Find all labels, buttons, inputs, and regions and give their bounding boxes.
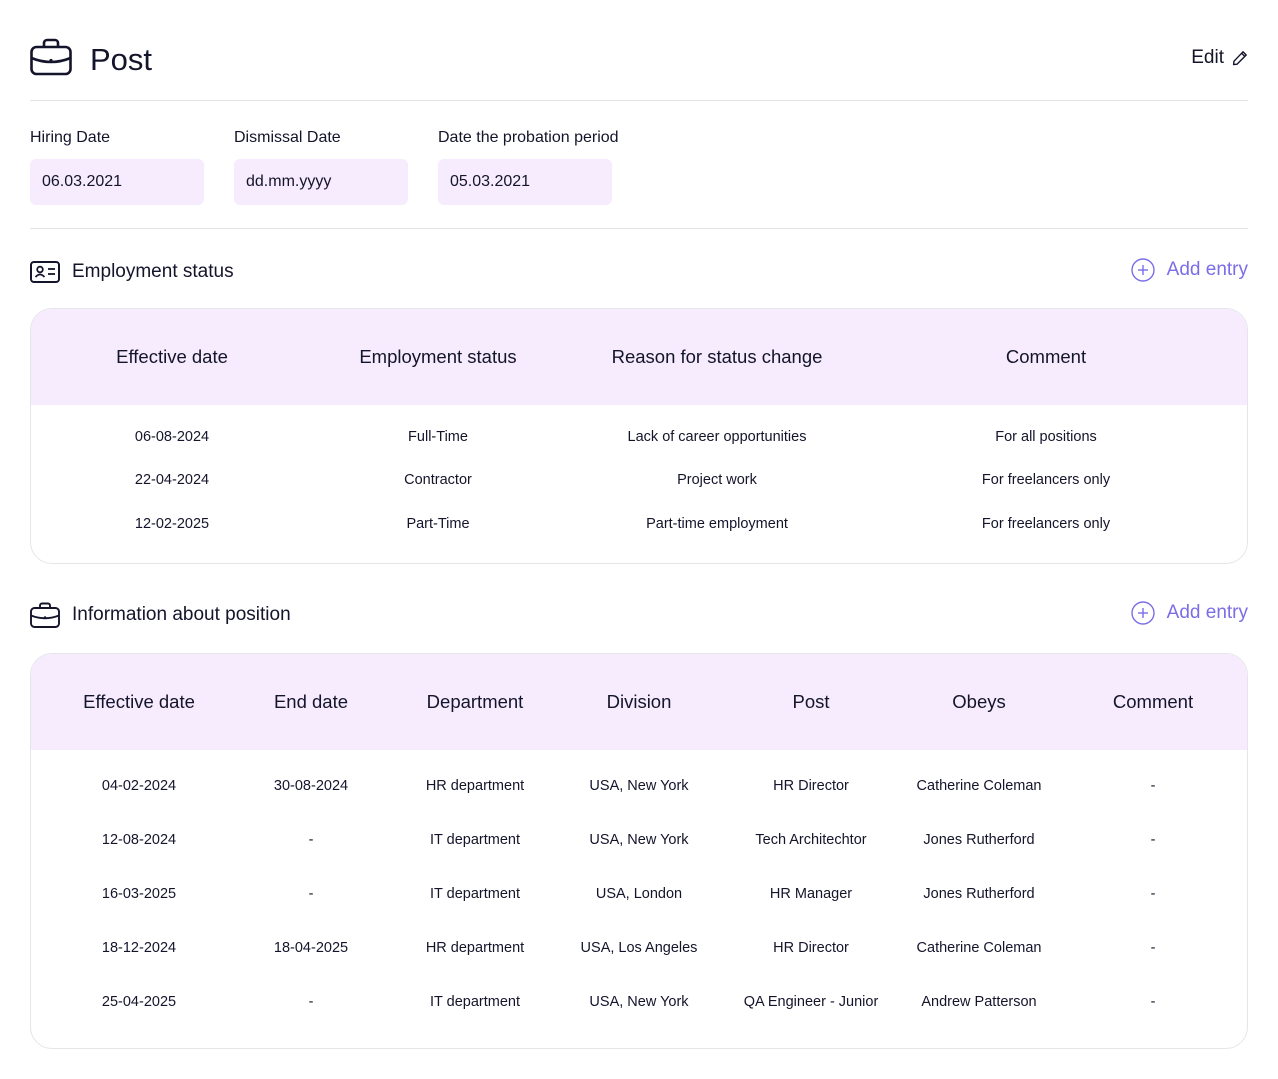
dates-divider (30, 228, 1248, 229)
table-cell: 16-03-2025 (101, 886, 177, 902)
table-cell: Andrew Patterson (921, 994, 1037, 1010)
table-cell: HR Manager (769, 886, 853, 902)
employment-add-entry-label: Add entry (1166, 259, 1248, 280)
briefcase-icon (30, 38, 72, 76)
table-cell: 18-04-2025 (273, 940, 349, 956)
column-header: Reason for status change (611, 346, 823, 367)
column-header: Division (606, 691, 672, 712)
table-cell: USA, New York (589, 832, 689, 848)
table-cell: For freelancers only (981, 516, 1111, 532)
table-cell: 06-08-2024 (134, 429, 210, 445)
table-cell: 12-08-2024 (101, 832, 177, 848)
column-header: End date (273, 691, 349, 712)
table-cell: HR Director (773, 940, 849, 956)
dismissal-date-field: Dismissal Date dd.mm.yyyy (234, 128, 408, 205)
table-cell: - (1150, 778, 1156, 794)
table-cell: Contractor (404, 472, 472, 488)
table-cell: QA Engineer - Junior (743, 994, 879, 1010)
position-info-header: Information about position Add entry (30, 600, 1248, 630)
table-cell: - (308, 994, 314, 1010)
table-cell: For freelancers only (981, 472, 1111, 488)
table-cell: Lack of career opportunities (627, 429, 807, 445)
table-cell: - (1150, 832, 1156, 848)
table-cell: Part-Time (406, 516, 470, 532)
table-cell: 25-04-2025 (101, 994, 177, 1010)
dismissal-date-input[interactable]: dd.mm.yyyy (234, 159, 408, 205)
table-cell: USA, London (595, 886, 683, 902)
table-cell: - (1150, 994, 1156, 1010)
position-add-entry-label: Add entry (1166, 602, 1248, 623)
edit-label: Edit (1191, 47, 1224, 68)
table-cell: IT department (429, 886, 521, 902)
plus-circle-icon (1130, 601, 1155, 625)
table-cell: Jones Rutherford (923, 832, 1035, 848)
table-cell: - (308, 886, 314, 902)
position-add-entry-button[interactable]: Add entry (1130, 601, 1248, 625)
table-cell: - (308, 832, 314, 848)
column-header: Comment (1005, 346, 1087, 367)
table-cell: IT department (429, 994, 521, 1010)
table-cell: - (1150, 940, 1156, 956)
briefcase-icon (30, 602, 60, 628)
plus-circle-icon (1130, 258, 1155, 282)
column-header: Comment (1112, 691, 1194, 712)
probation-date-input[interactable]: 05.03.2021 (438, 159, 612, 205)
table-cell: 04-02-2024 (101, 778, 177, 794)
column-header: Employment status (359, 346, 517, 367)
table-cell: Catherine Coleman (916, 778, 1042, 794)
hiring-date-field: Hiring Date 06.03.2021 (30, 128, 204, 205)
id-card-icon (30, 261, 60, 283)
employment-add-entry-button[interactable]: Add entry (1130, 258, 1248, 282)
table-cell: USA, Los Angeles (580, 940, 698, 956)
probation-date-label: Date the probation period (438, 129, 619, 146)
position-info-table: Effective date End date Department Divis… (30, 653, 1248, 1049)
employment-status-title: Employment status (72, 261, 234, 282)
dismissal-date-label: Dismissal Date (234, 129, 341, 146)
employment-status-header: Employment status Add entry (30, 257, 1248, 287)
table-header: Effective date End date Department Divis… (31, 654, 1247, 750)
table-cell: For all positions (995, 429, 1097, 445)
table-cell: IT department (429, 832, 521, 848)
column-header: Effective date (116, 346, 228, 367)
position-info-title: Information about position (72, 604, 291, 625)
table-cell: Tech Architechtor (755, 832, 867, 848)
column-header: Obeys (952, 691, 1006, 712)
table-cell: 18-12-2024 (101, 940, 177, 956)
page-header: Post Edit (30, 36, 1248, 84)
table-cell: HR department (425, 778, 525, 794)
table-cell: USA, New York (589, 994, 689, 1010)
table-cell: Jones Rutherford (923, 886, 1035, 902)
employment-status-table: Effective date Employment status Reason … (30, 308, 1248, 564)
column-header: Department (426, 691, 524, 712)
page-title: Post (90, 42, 153, 77)
table-cell: Full-Time (408, 429, 468, 445)
table-cell: 30-08-2024 (273, 778, 349, 794)
hiring-date-label: Hiring Date (30, 129, 111, 146)
table-cell: USA, New York (589, 778, 689, 794)
table-cell: Catherine Coleman (916, 940, 1042, 956)
table-cell: 12-02-2025 (134, 516, 210, 532)
table-cell: 22-04-2024 (134, 472, 210, 488)
table-cell: Project work (677, 472, 757, 488)
column-header: Post (792, 691, 830, 712)
probation-date-field: Date the probation period 05.03.2021 (438, 128, 619, 205)
table-cell: Part-time employment (646, 516, 788, 532)
edit-button[interactable]: Edit (1191, 46, 1248, 70)
hiring-date-input[interactable]: 06.03.2021 (30, 159, 204, 205)
header-divider (30, 100, 1248, 101)
column-header: Effective date (83, 691, 195, 712)
table-cell: HR department (425, 940, 525, 956)
table-cell: HR Director (773, 778, 849, 794)
table-cell: - (1150, 886, 1156, 902)
table-header: Effective date Employment status Reason … (31, 309, 1247, 405)
pencil-icon (1232, 51, 1247, 66)
